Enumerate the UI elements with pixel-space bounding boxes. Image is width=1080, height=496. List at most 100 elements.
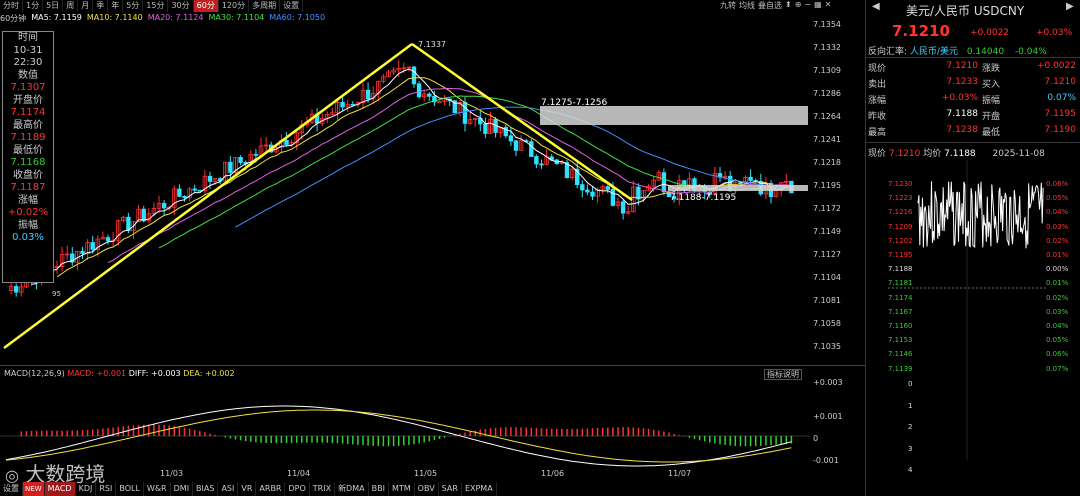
period-tab-4[interactable]: 月 bbox=[78, 0, 94, 12]
macd-y-tick: 0 bbox=[813, 434, 819, 443]
high-value: 7.1189 bbox=[10, 132, 46, 143]
minus-icon[interactable]: − bbox=[804, 0, 811, 12]
candle-body bbox=[620, 201, 626, 214]
open-label: 开盘价 bbox=[13, 94, 43, 106]
period-tab-11[interactable]: 120分 bbox=[219, 0, 250, 12]
period-tab-9[interactable]: 30分 bbox=[168, 0, 194, 12]
reverse-rate: 反向汇率: 人民币/美元 0.14040 -0.04% bbox=[868, 44, 1047, 57]
indicator-tab-16[interactable]: MTM bbox=[389, 482, 415, 496]
period-tab-7[interactable]: 5分 bbox=[123, 0, 144, 12]
close-value: 7.1187 bbox=[10, 182, 46, 193]
amp-label: 振幅 bbox=[18, 219, 38, 231]
grid-icon[interactable]: ▦ bbox=[814, 0, 822, 12]
reverse-pair[interactable]: 人民币/美元 bbox=[910, 47, 958, 57]
candle-body bbox=[192, 188, 197, 191]
candle-body bbox=[610, 188, 616, 206]
candle-body bbox=[585, 189, 590, 193]
quote-sep-2 bbox=[866, 142, 1080, 143]
indicator-tab-14[interactable]: 新DMA bbox=[335, 482, 369, 496]
mini-right-tick: 0.05% bbox=[1046, 194, 1069, 203]
indicator-tab-18[interactable]: SAR bbox=[439, 482, 462, 496]
candle-body bbox=[580, 184, 585, 191]
candle-body bbox=[605, 186, 610, 190]
mini-left-tick: 7.1181 bbox=[888, 279, 913, 288]
reverse-value: 0.14040 bbox=[966, 47, 1005, 57]
value-label: 数值 bbox=[18, 69, 38, 81]
candle-body bbox=[314, 113, 320, 124]
time-label: 时间 bbox=[18, 32, 38, 43]
low-value: 7.1168 bbox=[10, 157, 46, 168]
mini-right-tick: 0.02% bbox=[1046, 293, 1069, 302]
candle-body bbox=[789, 180, 794, 194]
indicator-tab-15[interactable]: BBI bbox=[369, 482, 389, 496]
period-tab-0[interactable]: 分时 bbox=[0, 0, 23, 12]
quote-label: 现价 bbox=[868, 64, 887, 74]
candle-body bbox=[483, 123, 488, 134]
peak-label: 7.1337 bbox=[418, 40, 446, 49]
mini-bottom-tick: 4 bbox=[908, 466, 913, 474]
indicator-tab-13[interactable]: TRIX bbox=[310, 482, 336, 496]
quote-value: 7.1188 bbox=[946, 109, 979, 119]
indicator-tab-1[interactable]: NEW bbox=[23, 482, 45, 496]
mini-left-tick: 7.1209 bbox=[888, 222, 913, 231]
ma60-line bbox=[235, 106, 792, 228]
candle-body bbox=[90, 242, 95, 250]
period-tab-2[interactable]: 5日 bbox=[43, 0, 64, 12]
indicator-tab-11[interactable]: ARBR bbox=[256, 482, 286, 496]
tool-0[interactable]: 九转 bbox=[720, 0, 736, 12]
back-arrow-icon[interactable]: ◀ bbox=[872, 1, 880, 12]
indicator-tab-2[interactable]: MACD bbox=[44, 482, 76, 496]
tool-2[interactable]: 叠自选 bbox=[758, 0, 782, 12]
pin-icon[interactable]: ⬆ bbox=[785, 0, 792, 12]
high-label: 最高价 bbox=[13, 119, 43, 131]
indicator-tab-19[interactable]: EXPMA bbox=[462, 482, 497, 496]
period-tab-12[interactable]: 多周期 bbox=[249, 0, 281, 12]
period-tab-1[interactable]: 1分 bbox=[23, 0, 44, 12]
price-axis: 7.1354 7.1332 7.1309 7.1286 7.1264 7.1241 7.12… bbox=[810, 20, 865, 365]
candle-body bbox=[284, 140, 289, 145]
indicator-tab-12[interactable]: DPO bbox=[285, 482, 310, 496]
period-tabs: 分时 1分 5日周月季年 5分 15分 30分 60分 120分 多周期 设置 bbox=[0, 0, 304, 12]
macd-title: MACD(12,26,9) bbox=[4, 369, 65, 378]
y-tick: 7.1195 bbox=[813, 181, 841, 190]
indicator-tab-10[interactable]: VR bbox=[238, 482, 257, 496]
zoom-icon[interactable]: ⊕ bbox=[795, 0, 802, 12]
indicator-tab-6[interactable]: W&R bbox=[144, 482, 171, 496]
mini-right-tick: 0.02% bbox=[1046, 236, 1069, 245]
candle-body bbox=[105, 237, 111, 242]
indicator-tab-9[interactable]: ASI bbox=[218, 482, 239, 496]
indicator-tab-3[interactable]: KDJ bbox=[76, 482, 97, 496]
period-tab-10[interactable]: 60分 bbox=[193, 0, 219, 12]
quote-value: 7.1210 bbox=[946, 61, 979, 71]
indicator-tab-5[interactable]: BOLL bbox=[116, 482, 144, 496]
quote-label: 涨幅 bbox=[868, 96, 887, 106]
period-tab-6[interactable]: 年 bbox=[108, 0, 124, 12]
forward-arrow-icon[interactable]: ▶ bbox=[1066, 1, 1074, 12]
tool-1[interactable]: 均线 bbox=[739, 0, 755, 12]
candle-body bbox=[80, 250, 85, 254]
candle-body bbox=[141, 208, 146, 222]
period-tab-3[interactable]: 周 bbox=[63, 0, 79, 12]
indicator-tab-4[interactable]: RSI bbox=[96, 482, 117, 496]
mini-bottom-tick: 0 bbox=[908, 380, 913, 388]
mini-left-tick: 7.1139 bbox=[888, 364, 913, 373]
macd-value: MACD: +0.001 bbox=[67, 369, 127, 378]
quote-label: 卖出 bbox=[868, 80, 887, 90]
indicator-tab-7[interactable]: DMI bbox=[171, 482, 194, 496]
mini-bottom-tick: 1 bbox=[908, 401, 913, 410]
indicator-tab-8[interactable]: BIAS bbox=[193, 482, 219, 496]
period-tab-8[interactable]: 15分 bbox=[143, 0, 169, 12]
macd-chart[interactable] bbox=[0, 378, 810, 468]
period-label: 60分钟 bbox=[0, 14, 27, 23]
date-tick: 11/05 bbox=[414, 469, 438, 478]
indicator-tab-17[interactable]: OBV bbox=[415, 482, 439, 496]
candle-body bbox=[692, 178, 697, 191]
candle-body bbox=[253, 153, 259, 156]
close-icon[interactable]: ✕ bbox=[825, 0, 832, 12]
indicator-tab-0[interactable]: 设置 bbox=[0, 482, 23, 496]
mini-left-tick: 7.1230 bbox=[888, 180, 913, 188]
period-tab-5[interactable]: 季 bbox=[93, 0, 109, 12]
date-tick: 11/03 bbox=[160, 469, 184, 478]
period-tab-13[interactable]: 设置 bbox=[280, 0, 304, 12]
y-tick: 7.1127 bbox=[813, 250, 841, 259]
